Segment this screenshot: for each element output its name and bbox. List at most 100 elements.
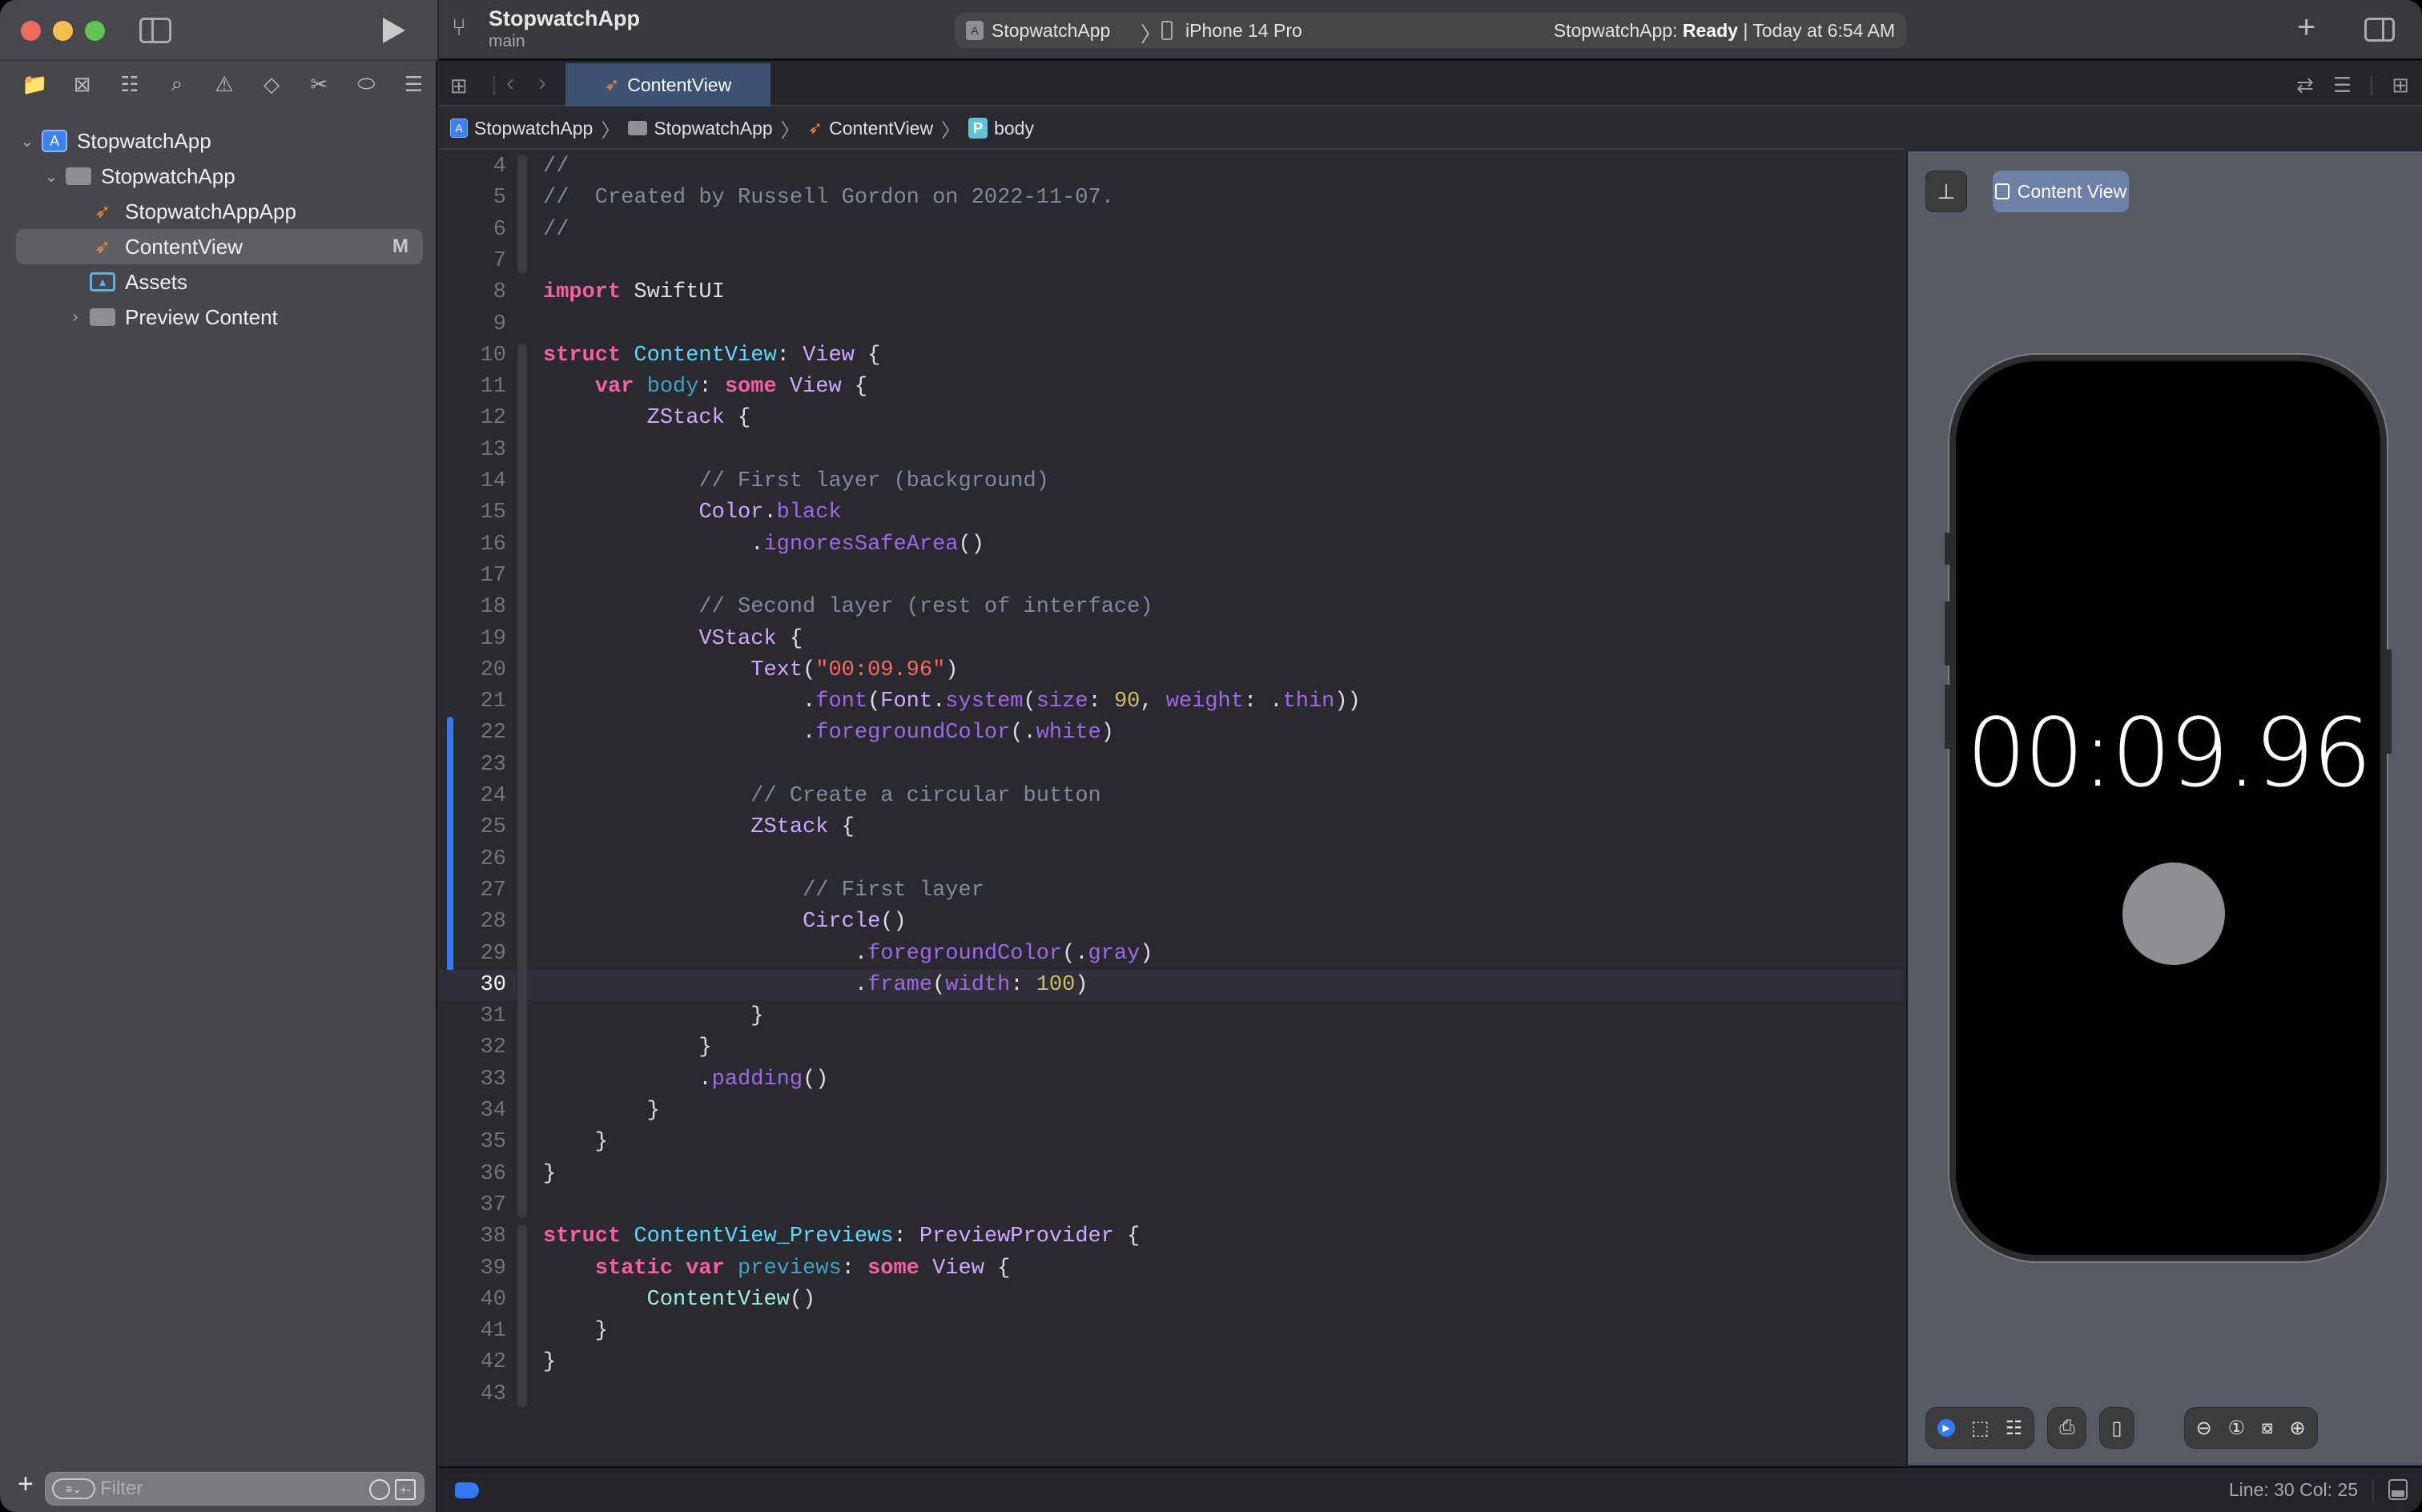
recent-files-icon[interactable]: [369, 1479, 390, 1500]
source-control-filter-icon[interactable]: +-: [395, 1479, 416, 1500]
library-add-button[interactable]: +: [2297, 10, 2315, 46]
code-line[interactable]: 43: [439, 1379, 1905, 1409]
code-fold-ribbon[interactable]: [517, 815, 527, 1061]
code-line[interactable]: 15 Color.black: [439, 497, 1905, 528]
code-line[interactable]: 40 ContentView(): [439, 1285, 1905, 1315]
code-line[interactable]: 14 // First layer (background): [439, 466, 1905, 497]
sidebar-item-preview-content[interactable]: › Preview Content: [0, 300, 437, 335]
swap-icon[interactable]: ⇄: [2296, 73, 2314, 98]
code-line[interactable]: 6 //: [439, 215, 1905, 245]
code-line[interactable]: 32 }: [439, 1032, 1905, 1063]
debug-area-toggle[interactable]: [455, 1482, 479, 1498]
code-fold-ribbon[interactable]: [517, 1256, 527, 1376]
code-line[interactable]: 23: [439, 750, 1905, 780]
device-settings-icon[interactable]: ⎙: [2059, 1417, 2074, 1439]
code-line[interactable]: 36}: [439, 1159, 1905, 1189]
add-editor-icon[interactable]: ⊞: [2392, 73, 2409, 98]
sidebar-right-icon[interactable]: [2364, 18, 2395, 42]
chevron-right-icon[interactable]: ›: [66, 308, 85, 327]
editor-options-icon[interactable]: ☰: [2333, 73, 2352, 98]
sidebar-item-assets[interactable]: ▲ Assets: [0, 264, 437, 300]
filter-options-icon[interactable]: ≡⌄: [52, 1478, 95, 1499]
sidebar-left-icon[interactable]: [139, 18, 171, 43]
code-line[interactable]: 20 Text("00:09.96"): [439, 655, 1905, 686]
code-line[interactable]: 22 .foregroundColor(.white): [439, 718, 1905, 748]
breakpoint-icon[interactable]: ⬭: [343, 68, 390, 100]
preview-selector-button[interactable]: Content View: [1993, 171, 2129, 212]
code-line[interactable]: 24 // Create a circular button: [439, 781, 1905, 811]
sidebar-item-stopwatchapp[interactable]: ⌄ StopwatchApp: [0, 159, 437, 194]
sidebar-item-contentview[interactable]: ➶ ContentView M: [16, 229, 423, 264]
code-line[interactable]: 39 static var previews: some View {: [439, 1253, 1905, 1284]
code-line[interactable]: 4 //: [439, 151, 1905, 182]
code-line[interactable]: 42}: [439, 1347, 1905, 1377]
variants-icon[interactable]: ☷: [2006, 1417, 2023, 1440]
project-icon[interactable]: 📁: [11, 68, 58, 100]
find-icon[interactable]: ⌕: [153, 68, 200, 100]
branch-icon[interactable]: ⑂: [452, 14, 476, 46]
zoom-window-button[interactable]: [85, 21, 105, 41]
scheme-selector[interactable]: StopwatchApp: [992, 20, 1110, 42]
device-icon[interactable]: ▯: [2111, 1417, 2122, 1440]
code-line[interactable]: 17: [439, 561, 1905, 591]
code-line[interactable]: 21 .font(Font.system(size: 90, weight: .…: [439, 686, 1905, 717]
bottom-panel-icon[interactable]: [2388, 1479, 2408, 1500]
zoom-to-fit-icon[interactable]: ⧇: [2261, 1417, 2273, 1439]
circular-button[interactable]: [2122, 863, 2225, 965]
report-icon[interactable]: ☰: [390, 68, 437, 100]
source-control-icon[interactable]: ⊠: [58, 68, 106, 100]
code-line[interactable]: 13: [439, 435, 1905, 465]
sidebar-item-stopwatchapp[interactable]: ⌄ A StopwatchApp: [0, 123, 437, 159]
code-line[interactable]: 18 // Second layer (rest of interface): [439, 592, 1905, 622]
tab-contentview[interactable]: ➶ ContentView: [565, 63, 770, 107]
forward-button[interactable]: ›: [538, 70, 546, 97]
debug-icon[interactable]: ✂: [296, 68, 343, 100]
test-icon[interactable]: ◇: [248, 68, 296, 100]
code-line[interactable]: 19 VStack {: [439, 624, 1905, 654]
code-line[interactable]: 33 .padding(): [439, 1064, 1905, 1095]
issue-icon[interactable]: ⚠: [200, 68, 247, 100]
code-line[interactable]: 25 ZStack {: [439, 812, 1905, 842]
code-line[interactable]: 30 .frame(width: 100): [439, 969, 1905, 1000]
breadcrumb-item[interactable]: body: [994, 118, 1034, 139]
code-line[interactable]: 26: [439, 844, 1905, 875]
code-line[interactable]: 38 struct ContentView_Previews: PreviewPr…: [439, 1221, 1905, 1252]
breadcrumb-item[interactable]: StopwatchApp: [654, 118, 772, 139]
live-preview-icon[interactable]: ▶: [1937, 1419, 1955, 1437]
chevron-down-icon[interactable]: ⌄: [42, 167, 61, 187]
pin-icon[interactable]: ⊥: [1925, 171, 1967, 212]
code-line[interactable]: 10 struct ContentView: View {: [439, 340, 1905, 371]
code-line[interactable]: 41 }: [439, 1316, 1905, 1346]
code-line[interactable]: 8 import SwiftUI: [439, 277, 1905, 308]
play-icon[interactable]: [383, 18, 405, 43]
code-line[interactable]: 35 }: [439, 1127, 1905, 1157]
code-line[interactable]: 29 .foregroundColor(.gray): [439, 939, 1905, 969]
code-line[interactable]: 7: [439, 246, 1905, 276]
run-destination-selector[interactable]: iPhone 14 Pro: [1185, 20, 1302, 42]
code-line[interactable]: 37: [439, 1190, 1905, 1220]
code-line[interactable]: 34 }: [439, 1096, 1905, 1126]
code-line[interactable]: 16 .ignoresSafeArea(): [439, 529, 1905, 560]
sidebar-item-stopwatchappapp[interactable]: ➶ StopwatchAppApp: [0, 194, 437, 229]
minimize-window-button[interactable]: [53, 21, 73, 41]
code-line[interactable]: 28 Circle(): [439, 907, 1905, 937]
related-items-icon[interactable]: ⊞: [450, 74, 468, 99]
zoom-in-icon[interactable]: ⊕: [2290, 1417, 2306, 1440]
zoom-out-icon[interactable]: ⊖: [2196, 1417, 2212, 1440]
source-editor[interactable]: 4 // 5 // Created by Russell Gordon on 2022…: [439, 151, 1905, 1465]
back-button[interactable]: ‹: [506, 70, 514, 97]
chevron-down-icon[interactable]: ⌄: [18, 131, 37, 151]
breadcrumb-item[interactable]: ContentView: [829, 118, 933, 139]
selectable-mode-icon[interactable]: ⬚: [1971, 1417, 1990, 1440]
code-line[interactable]: 27 // First layer: [439, 875, 1905, 906]
code-line[interactable]: 31 }: [439, 1001, 1905, 1031]
code-line[interactable]: 9: [439, 309, 1905, 340]
code-fold-ribbon[interactable]: [517, 155, 527, 275]
close-window-button[interactable]: [21, 21, 41, 41]
filter-input[interactable]: [100, 1475, 340, 1502]
breadcrumb-item[interactable]: StopwatchApp: [474, 118, 593, 139]
symbol-icon[interactable]: ☷: [106, 68, 153, 100]
zoom-actual-size-icon[interactable]: ①: [2228, 1417, 2246, 1440]
code-line[interactable]: 12 ZStack {: [439, 403, 1905, 433]
code-line[interactable]: 5 // Created by Russell Gordon on 2022-11…: [439, 183, 1905, 213]
